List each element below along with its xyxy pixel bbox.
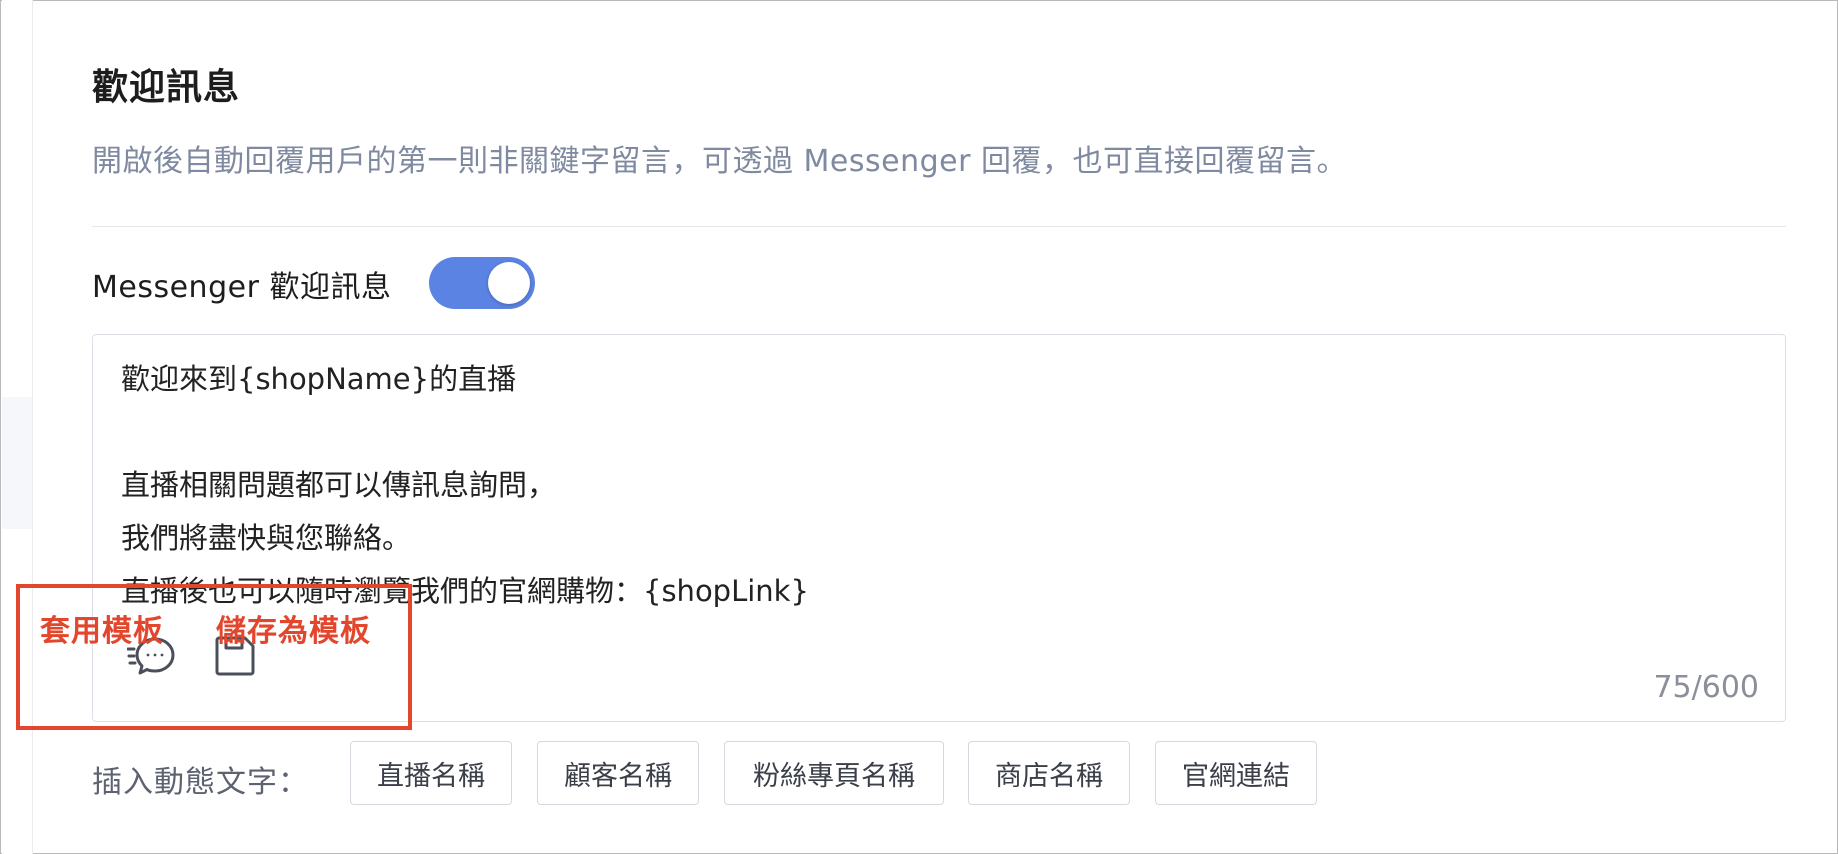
left-rail-highlight xyxy=(2,397,32,529)
annotation-save-as-template: 儲存為模板 xyxy=(216,614,371,649)
chip-fanpage-name[interactable]: 粉絲專頁名稱 xyxy=(724,741,944,805)
chip-shop-link[interactable]: 官網連結 xyxy=(1155,741,1317,805)
messenger-welcome-toggle[interactable] xyxy=(429,257,535,309)
section-divider xyxy=(92,226,1786,227)
section-title: 歡迎訊息 xyxy=(92,67,241,108)
messenger-toggle-label: Messenger 歡迎訊息 xyxy=(92,270,392,305)
welcome-message-text[interactable]: 歡迎來到{shopName}的直播 直播相關問題都可以傳訊息詢問， 我們將盡快與… xyxy=(121,353,1721,618)
chip-customer-name[interactable]: 顧客名稱 xyxy=(537,741,699,805)
chip-shop-name[interactable]: 商店名稱 xyxy=(968,741,1130,805)
insert-dynamic-text-label: 插入動態文字： xyxy=(92,765,309,800)
chip-live-name[interactable]: 直播名稱 xyxy=(350,741,512,805)
character-count: 75/600 xyxy=(1653,670,1759,705)
toggle-knob xyxy=(488,262,530,304)
section-description: 開啟後自動回覆用戶的第一則非關鍵字留言，可透過 Messenger 回覆，也可直… xyxy=(92,144,1347,179)
annotation-apply-template: 套用模板 xyxy=(40,614,164,649)
